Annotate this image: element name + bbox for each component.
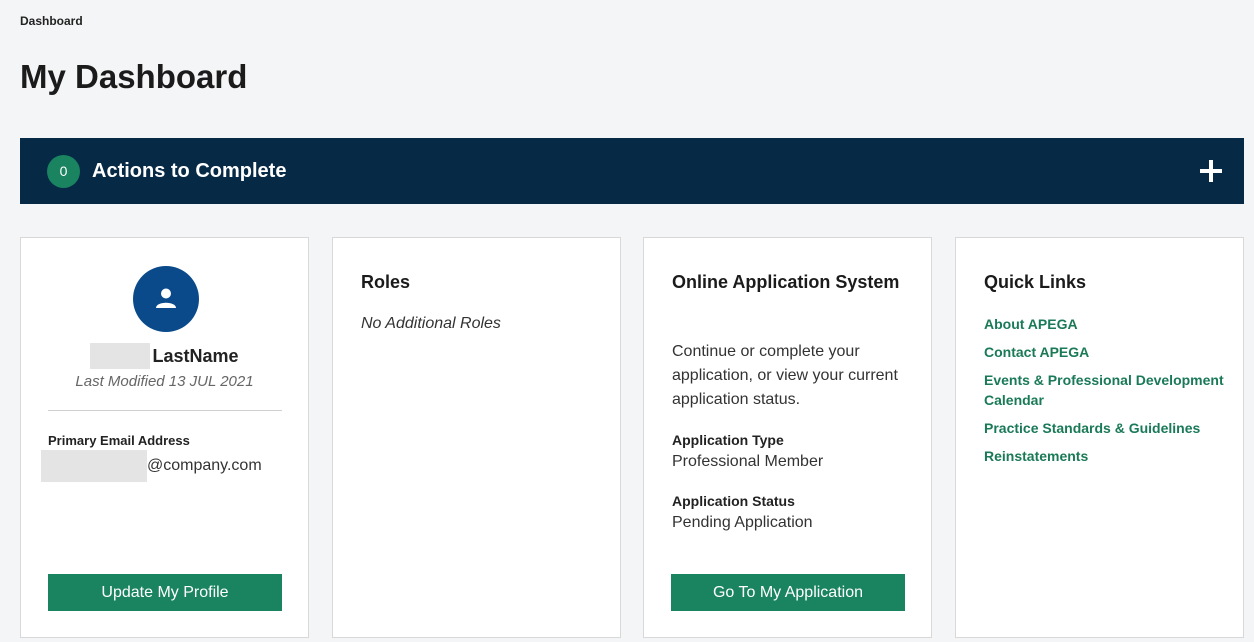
link-reinstatements[interactable]: Reinstatements xyxy=(984,446,1088,466)
quick-links-title: Quick Links xyxy=(984,272,1087,292)
link-events-calendar[interactable]: Events & Professional Development Calend… xyxy=(984,370,1224,410)
quick-links-card: Quick Links About APEGA Contact APEGA Ev… xyxy=(955,237,1244,638)
redacted-first-name xyxy=(90,343,151,369)
actions-to-complete-bar[interactable]: 0 Actions to Complete xyxy=(20,138,1244,204)
oas-description: Continue or complete your application, o… xyxy=(672,343,898,408)
online-application-card: Online Application System Continue or co… xyxy=(643,237,932,638)
link-about-apega[interactable]: About APEGA xyxy=(984,314,1078,334)
dashboard-page: Dashboard My Dashboard 0 Actions to Comp… xyxy=(0,0,1254,642)
go-to-application-button[interactable]: Go To My Application xyxy=(671,574,905,611)
oas-title: Online Application System xyxy=(672,272,900,292)
roles-title: Roles xyxy=(361,272,411,292)
roles-card: Roles No Additional Roles xyxy=(332,237,621,638)
avatar xyxy=(133,266,199,332)
email-row: @company.com xyxy=(41,450,262,482)
last-modified-text: Last Modified 13 JUL 2021 xyxy=(75,373,254,390)
email-label: Primary Email Address xyxy=(48,433,190,448)
list-item: Practice Standards & Guidelines xyxy=(984,418,1224,438)
profile-card: LastName Last Modified 13 JUL 2021 Prima… xyxy=(20,237,309,638)
list-item: Contact APEGA xyxy=(984,342,1224,362)
update-profile-button[interactable]: Update My Profile xyxy=(48,574,282,611)
application-type-value: Professional Member xyxy=(672,453,824,470)
email-value: @company.com xyxy=(147,457,262,474)
link-practice-standards[interactable]: Practice Standards & Guidelines xyxy=(984,418,1200,438)
roles-empty-text: No Additional Roles xyxy=(361,315,501,332)
link-contact-apega[interactable]: Contact APEGA xyxy=(984,342,1089,362)
list-item: Reinstatements xyxy=(984,446,1224,466)
list-item: About APEGA xyxy=(984,314,1224,334)
divider xyxy=(48,410,282,411)
application-status-value: Pending Application xyxy=(672,514,813,531)
breadcrumb[interactable]: Dashboard xyxy=(20,14,83,28)
page-title: My Dashboard xyxy=(20,58,248,95)
actions-label: Actions to Complete xyxy=(92,159,287,182)
actions-count-badge: 0 xyxy=(47,154,80,188)
application-status-label: Application Status xyxy=(672,493,795,509)
user-icon xyxy=(156,288,176,308)
profile-name-row: LastName xyxy=(21,343,308,369)
redacted-email-user xyxy=(41,450,147,482)
profile-name: LastName xyxy=(152,345,239,366)
expand-plus-icon[interactable] xyxy=(1200,160,1222,182)
application-type-label: Application Type xyxy=(672,432,784,448)
list-item: Events & Professional Development Calend… xyxy=(984,370,1224,410)
quick-links-list: About APEGA Contact APEGA Events & Profe… xyxy=(984,314,1224,474)
